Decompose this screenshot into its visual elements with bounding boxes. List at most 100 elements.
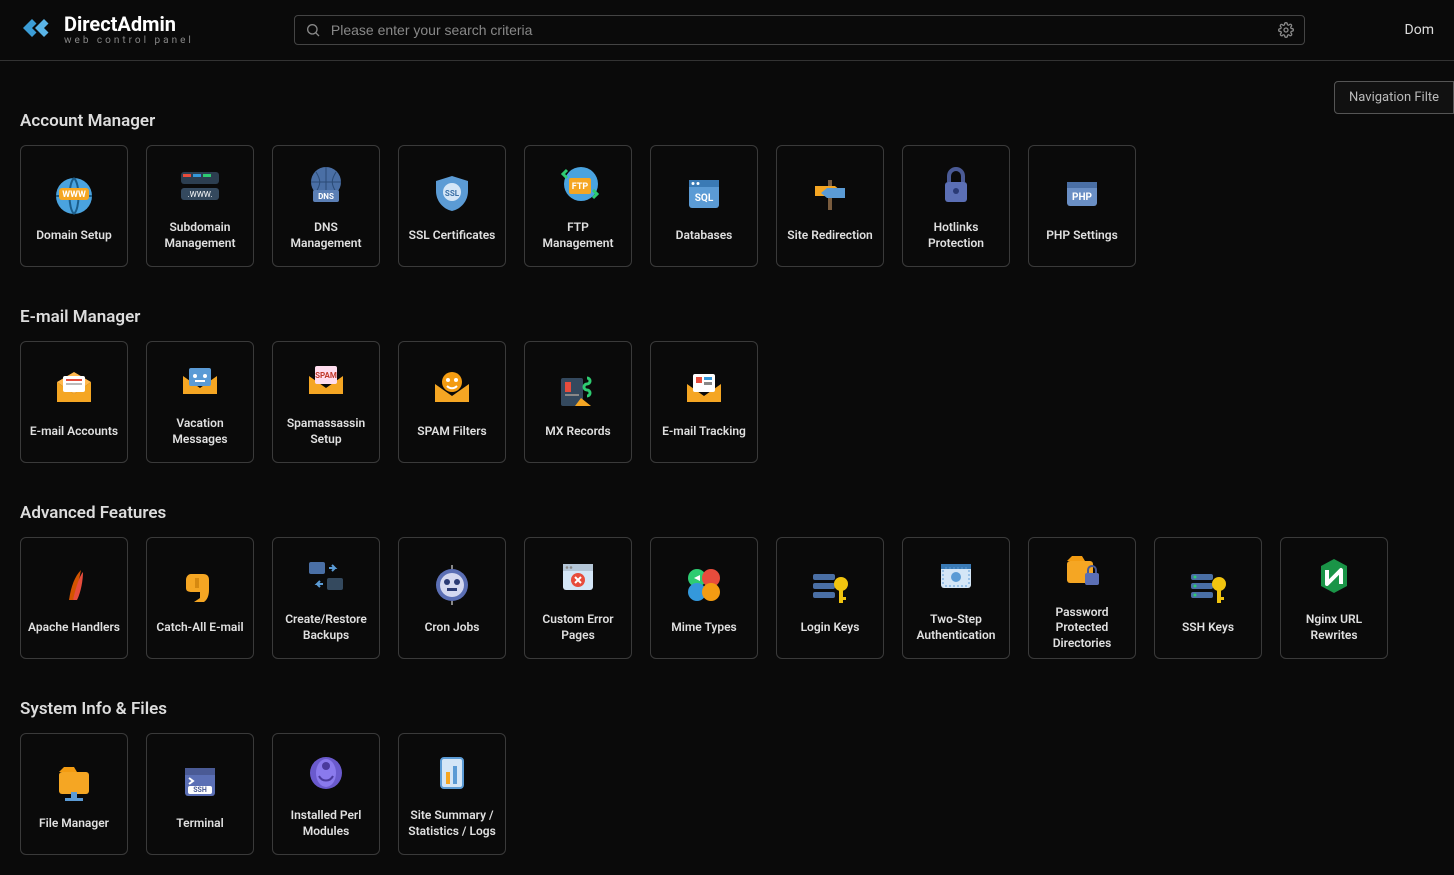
section: Advanced FeaturesApache HandlersCatch-Al… [20, 503, 1434, 659]
brand-logo[interactable]: DirectAdmin web control panel [20, 10, 194, 50]
tile-label: Cron Jobs [425, 620, 480, 636]
tile-label: Mime Types [671, 620, 736, 636]
ftp-icon [553, 160, 603, 210]
tile-label: Password Protected Directories [1035, 605, 1129, 652]
dashboard-tile[interactable]: E-mail Tracking [650, 341, 758, 463]
search-icon [305, 22, 321, 38]
tile-label: Databases [676, 228, 733, 244]
lock-icon [931, 160, 981, 210]
tracking-icon [679, 364, 729, 414]
dashboard-tile[interactable]: FTP Management [524, 145, 632, 267]
dashboard-tile[interactable]: Password Protected Directories [1028, 537, 1136, 659]
spam-filter-icon [427, 364, 477, 414]
dashboard-tile[interactable]: SSH Keys [1154, 537, 1262, 659]
tile-label: SSH Keys [1182, 620, 1234, 636]
section-title: System Info & Files [20, 699, 1434, 719]
dashboard-tile[interactable]: Login Keys [776, 537, 884, 659]
backup-icon [301, 552, 351, 602]
apache-icon [49, 560, 99, 610]
dashboard-tile[interactable]: Hotlinks Protection [902, 145, 1010, 267]
tile-label: Installed Perl Modules [279, 808, 373, 839]
tile-label: DNS Management [279, 220, 373, 251]
tile-label: Vacation Messages [153, 416, 247, 447]
subdomain-icon [175, 160, 225, 210]
dashboard-tile[interactable]: SSL Certificates [398, 145, 506, 267]
dashboard-tile[interactable]: Nginx URL Rewrites [1280, 537, 1388, 659]
file-manager-icon [49, 756, 99, 806]
tile-label: Site Summary / Statistics / Logs [405, 808, 499, 839]
passdir-icon [1057, 545, 1107, 595]
mime-icon [679, 560, 729, 610]
dashboard-tile[interactable]: SPAM Filters [398, 341, 506, 463]
search-bar[interactable] [294, 15, 1305, 45]
section-title: E-mail Manager [20, 307, 1434, 327]
tile-label: Site Redirection [787, 228, 872, 244]
dashboard-tile[interactable]: Installed Perl Modules [272, 733, 380, 855]
tile-label: E-mail Accounts [30, 424, 118, 440]
tile-label: Login Keys [801, 620, 860, 636]
redirect-icon [805, 168, 855, 218]
navigation-filter-button[interactable]: Navigation Filte [1334, 81, 1454, 114]
tile-label: SSL Certificates [409, 228, 496, 244]
stats-icon [427, 748, 477, 798]
tile-label: FTP Management [531, 220, 625, 251]
dashboard-tile[interactable]: MX Records [524, 341, 632, 463]
section-title: Account Manager [20, 111, 1434, 131]
twofa-icon [931, 552, 981, 602]
spam-setup-icon [301, 356, 351, 406]
dashboard-tile[interactable]: Terminal [146, 733, 254, 855]
header-domain-label[interactable]: Dom [1405, 22, 1434, 38]
brand-title: DirectAdmin [64, 14, 194, 34]
dashboard-tile[interactable]: E-mail Accounts [20, 341, 128, 463]
dashboard-tile[interactable]: Databases [650, 145, 758, 267]
tile-label: SPAM Filters [417, 424, 486, 440]
tile-label: MX Records [545, 424, 610, 440]
dashboard-tile[interactable]: Create/Restore Backups [272, 537, 380, 659]
mx-icon [553, 364, 603, 414]
tile-label: Apache Handlers [28, 620, 120, 636]
tile-label: Spamassassin Setup [279, 416, 373, 447]
tile-label: Two-Step Authentication [909, 612, 1003, 643]
error-pages-icon [553, 552, 603, 602]
login-keys-icon [805, 560, 855, 610]
cron-icon [427, 560, 477, 610]
search-input[interactable] [331, 22, 1268, 38]
terminal-icon [175, 756, 225, 806]
dashboard-tile[interactable]: Domain Setup [20, 145, 128, 267]
dashboard-tile[interactable]: Spamassassin Setup [272, 341, 380, 463]
tile-label: File Manager [39, 816, 109, 832]
dashboard-tile[interactable]: Catch-All E-mail [146, 537, 254, 659]
email-icon [49, 364, 99, 414]
dashboard-tile[interactable]: File Manager [20, 733, 128, 855]
sql-icon [679, 168, 729, 218]
php-icon [1057, 168, 1107, 218]
section: E-mail Manager E-mail Accounts Vacation Me… [20, 307, 1434, 463]
brand-subtitle: web control panel [64, 36, 194, 46]
dashboard-tile[interactable]: DNS Management [272, 145, 380, 267]
dashboard-tile[interactable]: Vacation Messages [146, 341, 254, 463]
dashboard-tile[interactable]: Cron Jobs [398, 537, 506, 659]
dashboard-tile[interactable]: Mime Types [650, 537, 758, 659]
dashboard-tile[interactable]: Apache Handlers [20, 537, 128, 659]
nginx-icon [1309, 552, 1359, 602]
tile-label: PHP Settings [1046, 228, 1118, 244]
catchall-icon [175, 560, 225, 610]
dashboard-tile[interactable]: Subdomain Management [146, 145, 254, 267]
domain-setup-icon [49, 168, 99, 218]
dashboard-tile[interactable]: Site Redirection [776, 145, 884, 267]
tile-label: Custom Error Pages [531, 612, 625, 643]
dashboard-tile[interactable]: Site Summary / Statistics / Logs [398, 733, 506, 855]
brand-chevrons-icon [20, 10, 56, 50]
section: Account Manager Domain Setup Subdomain Man… [20, 111, 1434, 267]
dashboard-tile[interactable]: PHP Settings [1028, 145, 1136, 267]
perl-icon [301, 748, 351, 798]
dashboard-tile[interactable]: Custom Error Pages [524, 537, 632, 659]
dashboard-tile[interactable]: Two-Step Authentication [902, 537, 1010, 659]
gear-icon[interactable] [1278, 22, 1294, 38]
section: System Info & Files File Manager Terminal I… [20, 699, 1434, 855]
tile-label: E-mail Tracking [662, 424, 746, 440]
vacation-icon [175, 356, 225, 406]
header: DirectAdmin web control panel Dom [0, 0, 1454, 61]
tile-label: Domain Setup [36, 228, 112, 244]
tile-label: Terminal [176, 816, 223, 832]
